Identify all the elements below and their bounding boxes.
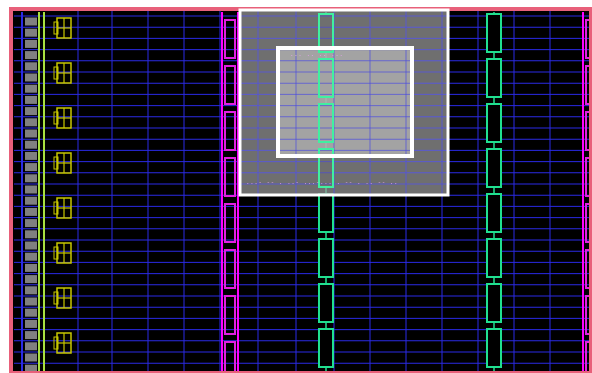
io-pad[interactable] [25,95,37,104]
io-pad[interactable] [25,174,37,183]
io-pad[interactable] [25,151,37,160]
io-pad[interactable] [25,196,37,205]
io-pad[interactable] [25,185,37,194]
io-pad[interactable] [25,342,37,351]
io-pad[interactable] [25,163,37,172]
io-pad[interactable] [25,73,37,82]
device-view-canvas[interactable]: ... .. .. ... ...- -- . ..- ...-... . --… [0,0,592,373]
dsp-tile[interactable] [318,283,334,323]
dsp-tile[interactable] [486,103,502,143]
inner-region-label: ... .. .. ... [290,51,343,58]
io-pad[interactable] [25,129,37,138]
dsp-tile[interactable] [486,58,502,98]
io-pad[interactable] [25,207,37,216]
io-pad[interactable] [25,84,37,93]
io-pad[interactable] [25,39,37,48]
io-pad[interactable] [25,62,37,71]
io-pad[interactable] [25,308,37,317]
dsp-tile[interactable] [318,193,334,233]
io-pad[interactable] [25,331,37,340]
io-pad[interactable] [25,17,37,26]
io-pad[interactable] [25,28,37,37]
io-pad[interactable] [25,107,37,116]
io-pad[interactable] [25,219,37,228]
io-pad[interactable] [25,319,37,328]
dsp-tile[interactable] [486,328,502,368]
zoom-highlight-region[interactable]: ... .. .. ... ...- -- . ..- ...-... . --… [238,8,450,197]
io-pad[interactable] [25,252,37,261]
inner-highlight-fill [278,48,412,156]
io-pad[interactable] [25,297,37,306]
device-floorplan[interactable]: ... .. .. ... ...- -- . ..- ...-... . --… [0,0,592,373]
dsp-tile[interactable] [486,193,502,233]
io-pad[interactable] [25,286,37,295]
dsp-tile[interactable] [486,148,502,188]
dsp-tile[interactable] [318,328,334,368]
io-pad[interactable] [25,241,37,250]
io-pad[interactable] [25,275,37,284]
io-pad[interactable] [25,353,37,362]
io-pad[interactable] [25,118,37,127]
io-pad[interactable] [25,140,37,149]
io-pad[interactable] [25,263,37,272]
dsp-tile[interactable] [486,13,502,53]
io-pad[interactable] [25,51,37,60]
io-pad[interactable] [25,230,37,239]
dsp-tile[interactable] [318,238,334,278]
dsp-tile[interactable] [486,283,502,323]
dsp-tile[interactable] [486,238,502,278]
region-name-label: ...- -- . ..- ...-... . -- . .. -- .. [246,179,398,186]
